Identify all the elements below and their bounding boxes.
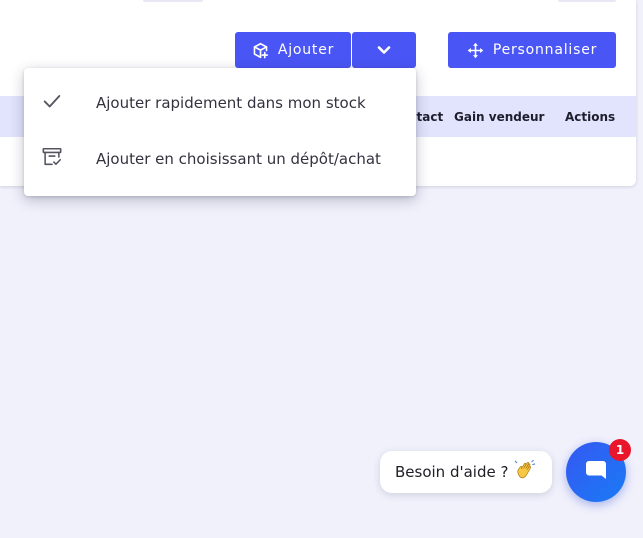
menu-item-label: Ajouter en choisissant un dépôt/achat xyxy=(96,150,381,168)
box-add-icon xyxy=(252,42,269,59)
column-header-seller-gain[interactable]: Gain vendeur xyxy=(454,110,544,124)
chat-notification-badge: 1 xyxy=(609,439,631,461)
add-button-label: Ajouter xyxy=(277,42,335,58)
archive-check-icon xyxy=(41,146,63,172)
help-label: Besoin d'aide ? xyxy=(395,463,509,481)
add-options-menu: Ajouter rapidement dans mon stock Ajoute… xyxy=(24,68,416,196)
menu-item-choose-deposit[interactable]: Ajouter en choisissant un dépôt/achat xyxy=(24,131,416,187)
waving-hand-icon xyxy=(514,459,536,485)
help-bubble[interactable]: Besoin d'aide ? xyxy=(380,451,552,493)
move-arrows-icon xyxy=(467,42,484,59)
top-tab-left[interactable] xyxy=(143,0,203,2)
chat-bubble-icon xyxy=(584,458,608,487)
chevron-down-icon xyxy=(377,45,391,55)
customize-button[interactable]: Personnaliser xyxy=(448,32,616,68)
menu-item-label: Ajouter rapidement dans mon stock xyxy=(96,94,366,112)
customize-button-label: Personnaliser xyxy=(492,42,598,58)
menu-item-quick-add[interactable]: Ajouter rapidement dans mon stock xyxy=(24,75,416,131)
check-icon xyxy=(41,90,63,116)
add-dropdown-toggle[interactable] xyxy=(352,32,416,68)
column-header-actions: Actions xyxy=(565,110,616,124)
top-tab-right[interactable] xyxy=(558,0,616,2)
add-button[interactable]: Ajouter xyxy=(235,32,351,68)
